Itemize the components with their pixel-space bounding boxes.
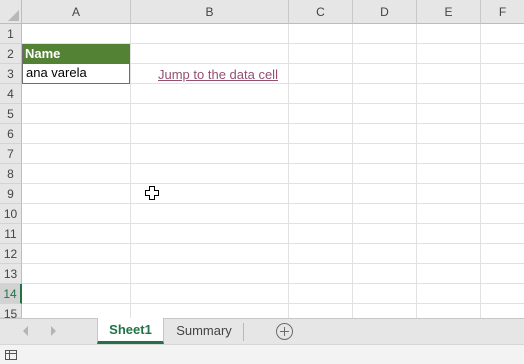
row-header-2[interactable]: 2 [0, 44, 22, 64]
row-header-11[interactable]: 11 [0, 224, 22, 244]
row-header-7[interactable]: 7 [0, 144, 22, 164]
select-all-corner[interactable] [0, 0, 22, 24]
cell-a3-name-value[interactable]: ana varela [22, 64, 130, 84]
column-gridline [288, 24, 289, 318]
row-gridline [22, 303, 524, 304]
row-header-4[interactable]: 4 [0, 84, 22, 104]
row-gridline [22, 283, 524, 284]
column-gridline [480, 24, 481, 318]
scroll-tabs-left-icon[interactable] [23, 326, 28, 336]
row-gridline [22, 183, 524, 184]
sheet-tabs-bar: Sheet1 Summary [0, 318, 524, 344]
row-header-13[interactable]: 13 [0, 264, 22, 284]
tab-summary[interactable]: Summary [165, 318, 243, 344]
status-bar [0, 344, 524, 364]
row-header-1[interactable]: 1 [0, 24, 22, 44]
scroll-tabs-right-icon[interactable] [51, 326, 56, 336]
row-header-3[interactable]: 3 [0, 64, 22, 84]
column-header-d[interactable]: D [353, 0, 417, 24]
row-header-8[interactable]: 8 [0, 164, 22, 184]
row-gridline [22, 103, 524, 104]
cell-mode-icon [5, 350, 17, 360]
row-gridline [22, 123, 524, 124]
add-sheet-icon[interactable] [276, 323, 293, 340]
cell-select-cursor-icon [145, 186, 159, 200]
spreadsheet-grid[interactable]: A B C D E F 1 2 3 4 5 6 7 8 9 10 11 12 1… [0, 0, 524, 318]
row-gridline [22, 163, 524, 164]
row-header-12[interactable]: 12 [0, 244, 22, 264]
table-border [22, 44, 23, 84]
column-header-f[interactable]: F [481, 0, 524, 24]
column-header-b[interactable]: B [131, 0, 289, 24]
row-gridline [22, 243, 524, 244]
row-header-9[interactable]: 9 [0, 184, 22, 204]
select-all-triangle-icon [8, 10, 19, 21]
row-header-6[interactable]: 6 [0, 124, 22, 144]
tab-sheet1[interactable]: Sheet1 [97, 318, 164, 344]
column-header-a[interactable]: A [22, 0, 131, 24]
row-gridline [22, 203, 524, 204]
column-gridline [416, 24, 417, 318]
row-gridline [22, 143, 524, 144]
row-header-5[interactable]: 5 [0, 104, 22, 124]
tab-separator [243, 323, 244, 341]
row-gridline [22, 263, 524, 264]
column-gridline [130, 24, 131, 318]
column-gridline [352, 24, 353, 318]
row-gridline [22, 223, 524, 224]
row-header-14[interactable]: 14 [0, 284, 22, 304]
jump-to-data-cell-link[interactable]: Jump to the data cell [158, 65, 278, 84]
column-header-c[interactable]: C [289, 0, 353, 24]
row-header-10[interactable]: 10 [0, 204, 22, 224]
row-header-15[interactable]: 15 [0, 304, 22, 318]
column-header-e[interactable]: E [417, 0, 481, 24]
cell-a2-table-header[interactable]: Name [22, 44, 130, 64]
